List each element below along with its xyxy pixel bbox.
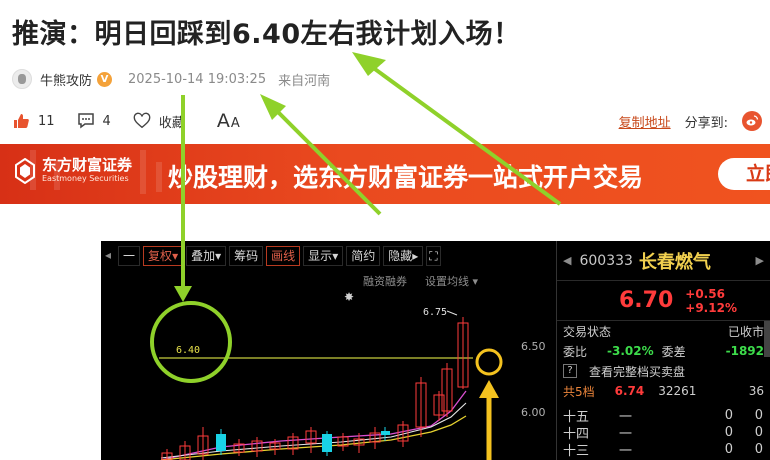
trade-status-row: 交易状态 已收市 (557, 321, 770, 341)
price-axis-label: 6.00 (521, 406, 546, 419)
star-marker-icon: ✸ (344, 290, 354, 304)
level-name: 十三 (563, 444, 590, 459)
full-book-link[interactable]: 查看完整档买卖盘 (589, 363, 685, 380)
candle-down (322, 434, 332, 452)
ma-line-yellow (160, 415, 467, 460)
promo-banner[interactable]: 东方财富证券 Eastmoney Securities 炒股理财，选东方财富证券… (0, 144, 770, 204)
high-price-label: 6.75 (423, 307, 447, 318)
author-name[interactable]: 牛熊攻防 (40, 70, 92, 89)
favorite-label: 收藏 (158, 115, 185, 131)
full-book-row[interactable]: ? 查看完整档买卖盘 (557, 361, 770, 381)
change-amount: +0.56 (685, 286, 725, 301)
order-ratio-label: 委比 (563, 344, 588, 359)
level-volume: 0 (724, 408, 733, 423)
comment-icon (77, 112, 95, 130)
font-size-button[interactable]: A A (217, 110, 240, 132)
price-change: +0.56 +9.12% (685, 287, 737, 315)
banner-headline: 炒股理财，选东方财富证券一站式开户交易 (168, 163, 644, 192)
book-total-volume: 32261 (658, 384, 697, 398)
weibo-share-icon[interactable] (742, 111, 762, 131)
article-actions: 11 4 收藏 A A 复制地址 分享到: (12, 108, 762, 134)
favorite-button[interactable]: 收藏 (133, 112, 185, 131)
price-axis-label: 6.50 (521, 340, 546, 353)
publish-location: 来自河南 (278, 73, 331, 89)
prev-stock-icon[interactable]: ◀ (563, 254, 571, 267)
level-count: 0 (754, 425, 763, 440)
banner-decoration (156, 162, 162, 192)
like-button[interactable]: 11 (12, 112, 55, 130)
eastmoney-logo: 东方财富证券 Eastmoney Securities (14, 157, 132, 184)
logo-cn-text: 东方财富证券 (42, 156, 133, 174)
kline-chart: ✸ 6.40 6.75 6.50 6.00 (159, 290, 546, 460)
share-area: 复制地址 分享到: (619, 111, 762, 131)
quote-panel: ◀ 600333 长春燃气 ▶ 6.70 +0.56 +9.12% 交易状态 已… (556, 241, 770, 460)
candle-down (381, 431, 390, 435)
order-ratio-row: 委比 -3.02% 委差 -1892 (557, 341, 770, 361)
order-diff-label: 委差 (661, 344, 686, 359)
candle-down (216, 434, 226, 451)
article-meta: 牛熊攻防 V 2025-10-14 19:03:25 来自河南 (12, 68, 330, 90)
verified-badge-icon: V (97, 71, 113, 87)
banner-decoration (140, 150, 146, 194)
book-total-row: 共5档 6.74 32261 36 (557, 381, 770, 401)
font-size-small-label: A (230, 115, 240, 131)
heart-icon (133, 112, 151, 130)
panel-scrollbar[interactable] (764, 321, 770, 357)
change-percent: +9.12% (685, 300, 737, 315)
book-level-row: 十三 一 0 0 (557, 441, 770, 459)
level-count: 0 (754, 408, 763, 423)
level-volume: 0 (724, 425, 733, 440)
next-stock-icon[interactable]: ▶ (756, 254, 764, 267)
stock-name: 长春燃气 (638, 251, 711, 273)
arrowhead-icon (352, 52, 386, 76)
font-size-large-label: A (216, 110, 230, 132)
last-price: 6.70 (619, 288, 674, 313)
publish-date: 2025-10-14 19:03:25 (128, 71, 267, 87)
stock-chart-screenshot: ◂ 一 复权▾ 叠加▾ 筹码 画线 显示▾ 简约 隐藏▸ ⛶ 融资融券 设置均线… (101, 241, 770, 460)
article-page: 推演：明日回踩到6.40左右我计划入场！ 牛熊攻防 V 2025-10-14 1… (0, 0, 770, 460)
book-total-label: 共5档 (563, 384, 595, 399)
book-total-count: 36 (748, 384, 764, 398)
logo-en-text: Eastmoney Securities (42, 174, 129, 183)
book-level-row: 十五 一 0 0 (557, 407, 770, 425)
help-icon[interactable]: ? (563, 364, 577, 378)
stock-quote: 6.70 +0.56 +9.12% (557, 281, 770, 321)
comment-button[interactable]: 4 (77, 112, 111, 130)
order-diff-value: -1892 (725, 344, 764, 358)
level-price: 一 (619, 444, 633, 459)
author-avatar[interactable] (12, 69, 32, 89)
level-volume: 0 (724, 442, 733, 457)
book-level-row: 十四 一 0 0 (557, 424, 770, 442)
banner-open-account-button[interactable]: 立即 (718, 158, 770, 190)
copy-link[interactable]: 复制地址 (619, 112, 671, 131)
comment-count: 4 (102, 113, 111, 129)
book-total-price: 6.74 (614, 384, 645, 398)
eastmoney-logo-icon (14, 157, 36, 184)
level-count: 0 (754, 442, 763, 457)
article-title: 推演：明日回踩到6.40左右我计划入场！ (12, 19, 521, 50)
share-label: 分享到: (684, 115, 728, 131)
like-count: 11 (38, 113, 55, 129)
trade-status-value: 已收市 (727, 324, 764, 339)
stock-header: ◀ 600333 长春燃气 ▶ (557, 241, 770, 281)
ma-line-purple (160, 390, 467, 460)
target-price-label: 6.40 (176, 345, 200, 356)
order-ratio-value: -3.02% (607, 344, 654, 358)
stock-code: 600333 (579, 252, 633, 269)
thumbs-up-icon (12, 112, 30, 130)
high-price-pointer (446, 310, 458, 316)
trade-status-label: 交易状态 (563, 324, 612, 339)
